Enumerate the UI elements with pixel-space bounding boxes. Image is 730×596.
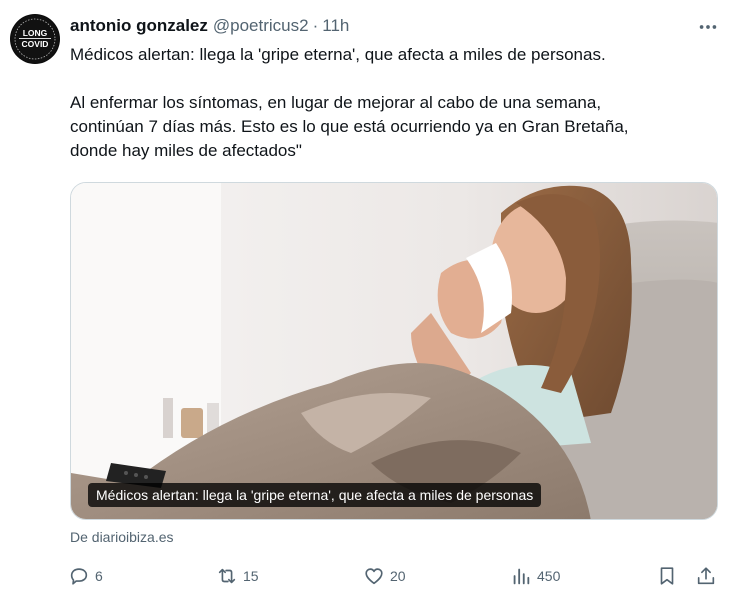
like-button[interactable]: 20 bbox=[363, 562, 406, 590]
bookmark-button[interactable] bbox=[656, 562, 678, 590]
bar-chart-icon bbox=[513, 568, 530, 585]
share-button[interactable] bbox=[695, 562, 717, 590]
display-name[interactable]: antonio gonzalez bbox=[70, 16, 208, 36]
tweet-actions: 6 15 20 450 bbox=[58, 562, 728, 590]
timestamp[interactable]: 11h bbox=[322, 16, 349, 36]
avatar-text-line1: LONG bbox=[23, 28, 48, 38]
reply-bubble-icon bbox=[70, 568, 88, 585]
tweet-text-line: Médicos alertan: llega la 'gripe eterna'… bbox=[70, 45, 606, 64]
tweet-text: Médicos alertan: llega la 'gripe eterna'… bbox=[70, 43, 710, 163]
tweet-header: antonio gonzalez @poetricus2 · 11h bbox=[70, 14, 349, 38]
retweet-count: 15 bbox=[243, 568, 259, 584]
link-source[interactable]: De diarioibiza.es bbox=[70, 529, 174, 545]
separator-dot: · bbox=[312, 16, 319, 35]
tweet-media-image[interactable]: Médicos alertan: llega la 'gripe eterna'… bbox=[70, 182, 718, 520]
retweet-button[interactable]: 15 bbox=[216, 562, 259, 590]
more-options-button[interactable] bbox=[694, 14, 722, 40]
views-button[interactable]: 450 bbox=[510, 562, 560, 590]
reply-count: 6 bbox=[95, 568, 103, 584]
share-upload-icon bbox=[697, 567, 715, 585]
views-count: 450 bbox=[537, 568, 561, 584]
heart-icon bbox=[365, 568, 383, 585]
media-caption: Médicos alertan: llega la 'gripe eterna'… bbox=[88, 483, 542, 507]
bookmark-icon bbox=[660, 567, 674, 585]
reply-button[interactable]: 6 bbox=[68, 562, 103, 590]
tweet-text-line: continúan 7 días más. Esto es lo que est… bbox=[70, 117, 629, 136]
tweet-text-line: Al enfermar los síntomas, en lugar de me… bbox=[70, 93, 602, 112]
avatar[interactable]: LONG COVID bbox=[10, 14, 60, 64]
sick-woman-photo bbox=[71, 183, 717, 519]
tweet-text-line: donde hay miles de afectados" bbox=[70, 141, 302, 160]
retweet-icon bbox=[218, 568, 236, 584]
user-handle[interactable]: @poetricus2 bbox=[213, 16, 309, 36]
like-count: 20 bbox=[390, 568, 406, 584]
more-horizontal-icon bbox=[699, 25, 717, 29]
avatar-text-line2: COVID bbox=[22, 39, 49, 49]
